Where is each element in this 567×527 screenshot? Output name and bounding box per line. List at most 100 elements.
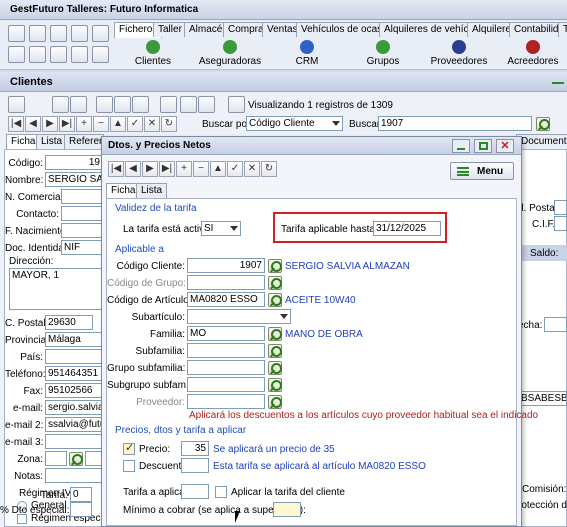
email-field[interactable]: sergio.salvia@f <box>45 400 103 415</box>
person-icon[interactable] <box>160 96 177 113</box>
pais-field[interactable] <box>45 349 103 364</box>
cancel-button[interactable]: ✕ <box>144 116 160 132</box>
confirm-button[interactable]: ✓ <box>127 116 143 132</box>
dialog-add-button[interactable]: + <box>176 161 192 177</box>
activa-select[interactable]: SI <box>201 221 241 236</box>
quick-icon-3[interactable] <box>50 25 67 42</box>
quick-icon-6[interactable] <box>8 46 25 63</box>
descuento-field[interactable] <box>181 458 209 473</box>
proveedor-field[interactable] <box>187 394 265 409</box>
dialog-confirm-button[interactable]: ✓ <box>227 161 243 177</box>
right-cpostal-field[interactable] <box>554 200 567 215</box>
ribbon-tab-taller[interactable]: Taller <box>153 22 187 37</box>
tarifa-field[interactable]: 0 <box>70 487 92 502</box>
zona-search-icon[interactable] <box>69 452 83 466</box>
dialog-tab-lista[interactable]: Lista <box>136 183 168 198</box>
quick-icon-1[interactable] <box>8 25 25 42</box>
search-icon[interactable] <box>536 117 550 131</box>
precio-checkbox[interactable]: ✓ <box>123 442 135 455</box>
fax-field[interactable]: 95102566 <box>45 383 103 398</box>
quick-icon-8[interactable] <box>50 46 67 63</box>
proveedor-search-icon[interactable] <box>268 395 282 409</box>
email3-field[interactable] <box>45 434 103 449</box>
codigo-articulo-search-icon[interactable] <box>268 293 282 307</box>
codigo-articulo-field[interactable]: MA0820 ESSO <box>187 292 265 307</box>
dialog-minimize-button[interactable] <box>452 139 470 153</box>
menu-button[interactable]: Menu <box>450 162 514 180</box>
dialog-prev-button[interactable]: ◀ <box>125 161 141 177</box>
contacto-field[interactable] <box>61 206 103 221</box>
subfamilia-search-icon[interactable] <box>268 344 282 358</box>
descuento-checkbox[interactable] <box>123 460 135 472</box>
aplicar-cliente-checkbox[interactable] <box>215 486 227 498</box>
grupo-subfamilia-search-icon[interactable] <box>268 361 282 375</box>
refresh-icon[interactable] <box>70 96 87 113</box>
familia-search-icon[interactable] <box>268 327 282 341</box>
quick-icon-9[interactable] <box>71 46 88 63</box>
docid-field[interactable]: NIF <box>61 240 103 255</box>
right-cif-field[interactable] <box>554 216 567 231</box>
cpostal-field[interactable]: 29630 <box>45 315 93 330</box>
settings-icon[interactable] <box>96 96 113 113</box>
ribbon-button-grupos[interactable]: Grupos <box>346 40 420 67</box>
email2-field[interactable]: ssalvia@futuro <box>45 417 103 432</box>
tools-icon[interactable] <box>114 96 131 113</box>
car-icon[interactable] <box>198 96 215 113</box>
up-button[interactable]: ▲ <box>110 116 126 132</box>
codigo-cliente-field[interactable]: 1907 <box>187 258 265 273</box>
telefono-field[interactable]: 951464351 <box>45 366 103 381</box>
codigo-grupo-search-icon[interactable] <box>268 276 282 290</box>
notas-field[interactable] <box>45 468 103 483</box>
codigo-field[interactable]: 19 <box>45 155 103 170</box>
familia-field[interactable]: MO <box>187 326 265 341</box>
reload-button[interactable]: ↻ <box>161 116 177 132</box>
nombre-field[interactable]: SERGIO SALVIA <box>45 172 103 187</box>
dialog-up-button[interactable]: ▲ <box>210 161 226 177</box>
dialog-cancel-button[interactable]: ✕ <box>244 161 260 177</box>
quick-icon-7[interactable] <box>29 46 46 63</box>
dialog-delete-button[interactable]: − <box>193 161 209 177</box>
fecha-field[interactable] <box>544 317 567 332</box>
tarifa-aplicar-field[interactable] <box>181 484 209 499</box>
dialog-first-button[interactable]: |◀ <box>108 161 124 177</box>
direccion-field[interactable]: MAYOR, 1 <box>9 268 103 310</box>
quick-icon-4[interactable] <box>71 25 88 42</box>
subarticulo-select[interactable] <box>187 309 291 324</box>
provincia-field[interactable]: Málaga <box>45 332 103 347</box>
codigo-grupo-field[interactable] <box>187 275 265 290</box>
ncomercial-field[interactable] <box>61 189 103 204</box>
info-icon[interactable] <box>228 96 245 113</box>
dialog-close-button[interactable]: ✕ <box>496 139 514 153</box>
people-icon[interactable] <box>180 96 197 113</box>
search-input[interactable]: 1907 <box>378 116 532 131</box>
dialog-last-button[interactable]: ▶| <box>159 161 175 177</box>
iban-field[interactable]: BSABESBBX <box>518 391 567 406</box>
tab-documental[interactable]: Documental <box>516 134 567 149</box>
minimo-field[interactable] <box>273 502 301 517</box>
delete-record-button[interactable]: − <box>93 116 109 132</box>
subgrupo-subfam-field[interactable] <box>187 377 265 392</box>
ribbon-button-clientes[interactable]: Clientes <box>118 40 188 67</box>
quick-icon-10[interactable] <box>92 46 109 63</box>
ribbon-button-acreedores[interactable]: Acreedores <box>498 40 567 67</box>
ribbon-tab-te[interactable]: Te <box>558 22 567 37</box>
tab-lista[interactable]: Lista <box>36 134 68 149</box>
subfamilia-field[interactable] <box>187 343 265 358</box>
fnac-field[interactable] <box>61 223 103 238</box>
dialog-reload-button[interactable]: ↻ <box>261 161 277 177</box>
folder-icon[interactable] <box>52 96 69 113</box>
minimize-icon[interactable] <box>552 82 564 84</box>
codigo-cliente-search-icon[interactable] <box>268 259 282 273</box>
add-record-button[interactable]: + <box>76 116 92 132</box>
prev-record-button[interactable]: ◀ <box>25 116 41 132</box>
dialog-maximize-button[interactable] <box>474 139 492 153</box>
quick-icon-5[interactable] <box>92 25 109 42</box>
precio-field[interactable]: 35 <box>181 441 209 456</box>
next-record-button[interactable]: ▶ <box>42 116 58 132</box>
dialog-next-button[interactable]: ▶ <box>142 161 158 177</box>
dto-especial-field[interactable] <box>70 502 92 517</box>
search-by-select[interactable]: Código Cliente <box>246 116 343 131</box>
zona-field[interactable] <box>45 451 67 466</box>
subgrupo-subfam-search-icon[interactable] <box>268 378 282 392</box>
print-icon[interactable] <box>8 96 25 113</box>
